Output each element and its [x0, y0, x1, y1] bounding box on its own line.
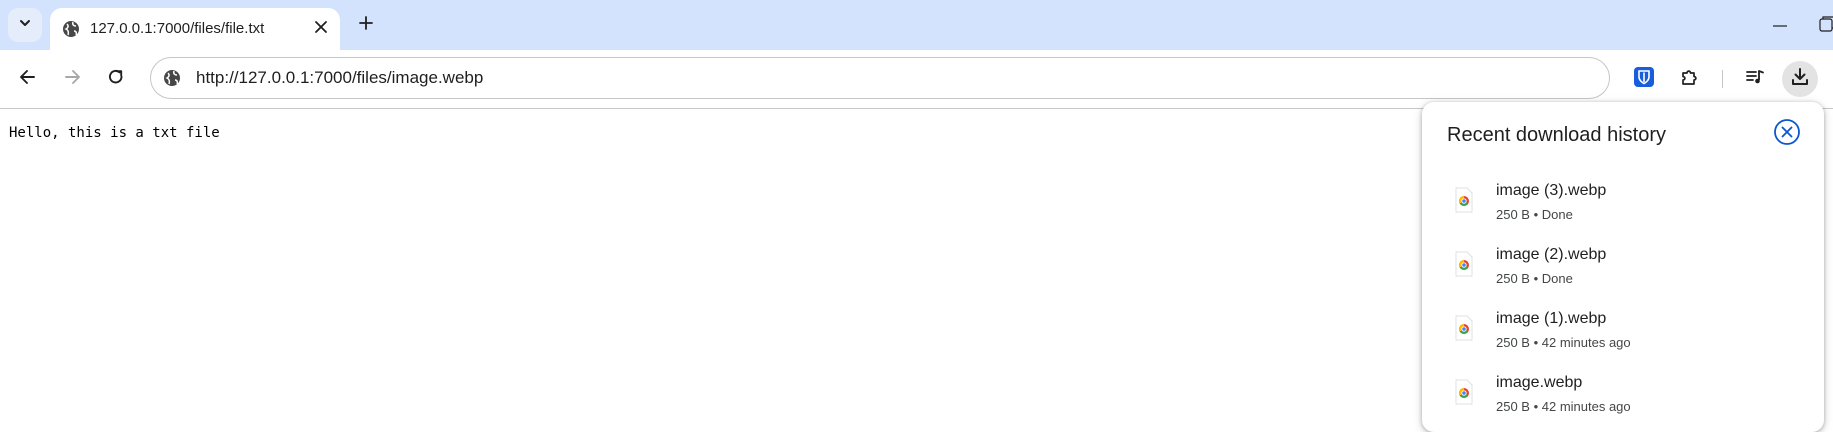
download-file-name: image (2).webp: [1496, 246, 1607, 263]
download-icon: [1789, 66, 1811, 93]
tab-strip: 127.0.0.1:7000/files/file.txt: [0, 0, 1833, 50]
window-maximize-button[interactable]: [1818, 14, 1833, 34]
download-item[interactable]: image (1).webp 250 B • 42 minutes ago: [1422, 302, 1824, 366]
download-file-name: image (1).webp: [1496, 310, 1607, 327]
page-content-text: Hello, this is a txt file: [9, 125, 220, 141]
download-item[interactable]: image (3).webp 250 B • Done: [1422, 174, 1824, 238]
circle-close-icon: [1773, 118, 1801, 151]
download-file-name: image (3).webp: [1496, 182, 1607, 199]
puzzle-icon: [1679, 66, 1701, 93]
tab-title: 127.0.0.1:7000/files/file.txt: [90, 20, 265, 37]
address-bar-url[interactable]: http://127.0.0.1:7000/files/image.webp: [196, 58, 483, 98]
panel-close-button[interactable]: [1772, 118, 1802, 151]
new-tab-button[interactable]: [352, 11, 380, 39]
restore-icon: [1818, 16, 1833, 34]
tab-active[interactable]: 127.0.0.1:7000/files/file.txt: [50, 8, 340, 50]
bitwarden-extension-button[interactable]: [1626, 61, 1662, 97]
window-minimize-button[interactable]: [1765, 12, 1795, 36]
tab-close-button[interactable]: [310, 18, 332, 40]
address-bar[interactable]: http://127.0.0.1:7000/files/image.webp: [150, 57, 1610, 99]
download-item[interactable]: image.webp 250 B • 42 minutes ago: [1422, 366, 1824, 430]
chrome-file-icon: [1452, 315, 1476, 341]
download-file-status: 250 B • Done: [1496, 207, 1573, 222]
arrow-left-icon: [18, 67, 38, 92]
minimize-icon: [1772, 15, 1788, 33]
back-button[interactable]: [10, 61, 46, 97]
media-queue-icon: [1744, 66, 1766, 93]
browser-toolbar: http://127.0.0.1:7000/files/image.webp: [0, 50, 1833, 109]
globe-icon[interactable]: [161, 67, 183, 89]
downloads-button[interactable]: [1782, 61, 1818, 97]
extensions-button[interactable]: [1672, 61, 1708, 97]
chrome-file-icon: [1452, 187, 1476, 213]
chrome-file-icon: [1452, 379, 1476, 405]
tab-search-button[interactable]: [8, 8, 42, 42]
forward-button[interactable]: [54, 61, 90, 97]
chevron-down-icon: [18, 16, 32, 35]
media-controls-button[interactable]: [1737, 61, 1773, 97]
chrome-file-icon: [1452, 251, 1476, 277]
download-item[interactable]: image (2).webp 250 B • Done: [1422, 238, 1824, 302]
arrow-right-icon: [62, 67, 82, 92]
bitwarden-shield-icon: [1633, 66, 1655, 93]
download-file-name: image.webp: [1496, 374, 1583, 391]
reload-icon: [106, 67, 126, 92]
toolbar-separator: [1722, 70, 1723, 88]
download-file-status: 250 B • 42 minutes ago: [1496, 335, 1631, 350]
download-history-panel: Recent download history image (3).webp 2…: [1422, 102, 1824, 432]
download-file-status: 250 B • Done: [1496, 271, 1573, 286]
close-icon: [314, 20, 328, 39]
panel-title: Recent download history: [1447, 124, 1667, 146]
plus-icon: [358, 15, 374, 36]
download-file-status: 250 B • 42 minutes ago: [1496, 399, 1631, 414]
reload-button[interactable]: [98, 61, 134, 97]
globe-icon: [61, 19, 81, 39]
